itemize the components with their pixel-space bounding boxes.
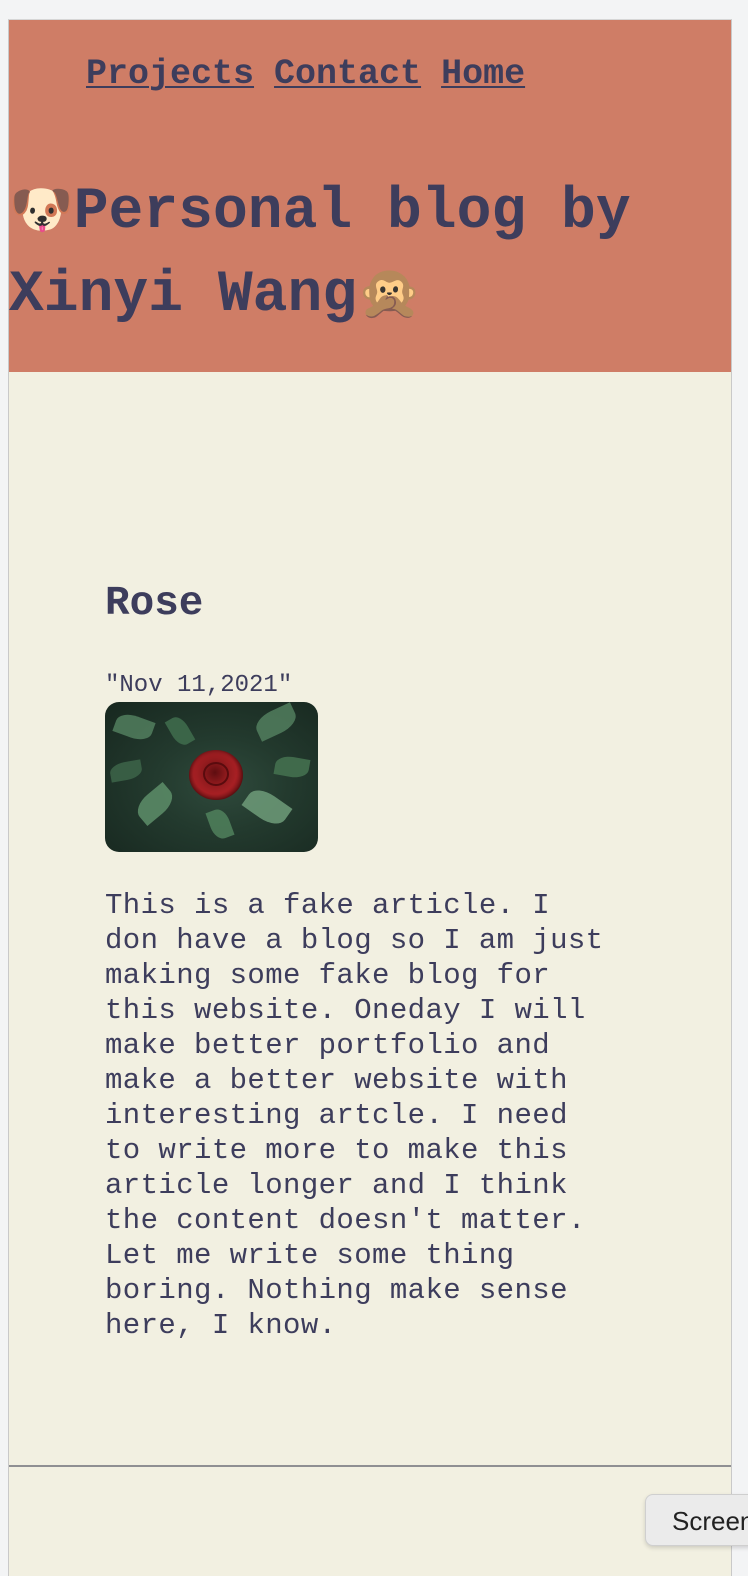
top-nav: Projects Contact Home xyxy=(86,54,545,94)
monkey-face-icon: 🙊 xyxy=(357,263,422,323)
rose-photo xyxy=(105,702,318,852)
leaf-shape xyxy=(112,710,156,744)
nav-link-home[interactable]: Home xyxy=(441,54,525,94)
nav-link-contact[interactable]: Contact xyxy=(274,54,421,94)
site-title-text: Personal blog by Xinyi Wang xyxy=(9,180,631,328)
leaf-shape xyxy=(273,754,311,780)
leaf-shape xyxy=(108,759,144,783)
leaf-shape xyxy=(241,783,293,831)
article-date: "Nov 11,2021" xyxy=(105,672,293,699)
article-title: Rose xyxy=(105,581,204,627)
nav-link-projects[interactable]: Projects xyxy=(86,54,254,94)
rose-flower xyxy=(189,750,243,800)
leaf-shape xyxy=(131,781,179,827)
leaf-shape xyxy=(164,713,196,749)
footer-divider xyxy=(9,1465,731,1467)
site-header: Projects Contact Home 🐶Personal blog by … xyxy=(9,20,731,372)
dog-face-icon: 🐶 xyxy=(9,180,74,240)
site-title: 🐶Personal blog by Xinyi Wang🙊 xyxy=(9,170,709,336)
blog-article: Rose "Nov 11,2021" This is a fake articl… xyxy=(105,576,645,1343)
leaf-shape xyxy=(251,702,301,742)
screenshot-button[interactable]: Screenshot xyxy=(645,1494,748,1546)
page-frame: Projects Contact Home 🐶Personal blog by … xyxy=(8,19,732,1576)
leaf-shape xyxy=(205,806,235,842)
article-body: This is a fake article. I don have a blo… xyxy=(105,889,604,1342)
